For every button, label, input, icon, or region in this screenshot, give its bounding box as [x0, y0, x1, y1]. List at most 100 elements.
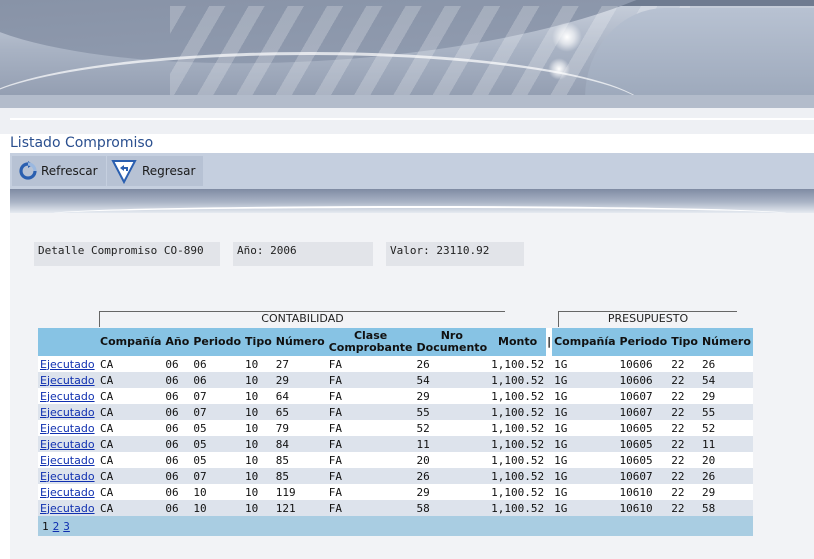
cell-estado[interactable]: Ejecutado [38, 484, 98, 500]
table-header-row: Compañía Año Periodo Tipo Número Clase Co… [38, 328, 753, 356]
cell-p-numero: 52 [699, 420, 753, 436]
cell-p-periodo: 10607 [617, 388, 670, 404]
col-tipo: Tipo [243, 328, 274, 356]
cell-anio: 06 [163, 452, 192, 468]
cell-periodo: 10 [191, 500, 244, 516]
cell-p-tipo: 22 [669, 500, 700, 516]
cell-clase: FA [326, 404, 415, 420]
cell-clase: FA [326, 436, 415, 452]
cell-estado[interactable]: Ejecutado [38, 452, 98, 468]
cell-clase: FA [326, 452, 415, 468]
cell-p-compania: 1G [552, 468, 618, 484]
table-row: Ejecutado CA 06 06 10 27 FA 26 1,100.52 1G 10606 22… [38, 356, 753, 372]
cell-clase: FA [326, 484, 415, 500]
cell-estado[interactable]: Ejecutado [38, 420, 98, 436]
cell-periodo: 10 [191, 484, 244, 500]
col-clase-line2: Comprobante [328, 341, 413, 354]
cell-compania: CA [98, 372, 164, 388]
cell-compania: CA [98, 468, 164, 484]
col-p-periodo: Periodo [617, 328, 670, 356]
cell-anio: 06 [163, 356, 192, 372]
cell-nro: 26 [414, 468, 490, 484]
cell-clase: FA [326, 500, 415, 516]
page-title: Listado Compromiso [10, 135, 154, 151]
cell-p-numero: 58 [699, 500, 753, 516]
table-row: Ejecutado CA 06 05 10 84 FA 11 1,100.52 1G 10605 22… [38, 436, 753, 452]
cell-clase: FA [326, 372, 415, 388]
cell-estado[interactable]: Ejecutado [38, 404, 98, 420]
cell-numero: 29 [273, 372, 327, 388]
cell-periodo: 07 [191, 388, 244, 404]
cell-p-tipo: 22 [669, 388, 700, 404]
cell-p-compania: 1G [552, 436, 618, 452]
cell-periodo: 06 [191, 356, 244, 372]
cell-estado[interactable]: Ejecutado [38, 356, 98, 372]
toolbar: Refrescar Regresar [10, 153, 814, 189]
group-contabilidad-label: CONTABILIDAD [261, 312, 344, 325]
cell-estado[interactable]: Ejecutado [38, 388, 98, 404]
back-button[interactable]: Regresar [107, 156, 203, 186]
banner-glow [552, 22, 582, 52]
cell-p-compania: 1G [552, 372, 618, 388]
cell-monto: 1,100.52 [489, 484, 547, 500]
cell-estado[interactable]: Ejecutado [38, 500, 98, 516]
cell-compania: CA [98, 452, 164, 468]
col-compania: Compañía [98, 328, 164, 356]
cell-compania: CA [98, 484, 164, 500]
cell-p-periodo: 10606 [617, 356, 670, 372]
cell-tipo: 10 [243, 452, 274, 468]
col-nro: Nro Documento [414, 328, 490, 356]
group-presupuesto-label: PRESUPUESTO [607, 312, 689, 325]
col-estado [38, 328, 98, 356]
col-periodo: Periodo [191, 328, 244, 356]
cell-p-periodo: 10605 [617, 452, 670, 468]
table-row: Ejecutado CA 06 05 10 85 FA 20 1,100.52 1G 10605 22… [38, 452, 753, 468]
cell-p-tipo: 22 [669, 420, 700, 436]
cell-numero: 85 [273, 452, 327, 468]
cell-periodo: 07 [191, 468, 244, 484]
cell-nro: 20 [414, 452, 490, 468]
table-row: Ejecutado CA 06 05 10 79 FA 52 1,100.52 1G 10605 22… [38, 420, 753, 436]
cell-numero: 27 [273, 356, 327, 372]
group-presupuesto: PRESUPUESTO [558, 311, 737, 327]
cell-p-periodo: 10606 [617, 372, 670, 388]
cell-numero: 79 [273, 420, 327, 436]
header-banner [0, 0, 814, 108]
table-row: Ejecutado CA 06 07 10 85 FA 26 1,100.52 1G 10607 22… [38, 468, 753, 484]
cell-p-numero: 26 [699, 356, 753, 372]
cell-nro: 58 [414, 500, 490, 516]
cell-numero: 64 [273, 388, 327, 404]
cell-p-compania: 1G [552, 356, 618, 372]
cell-nro: 29 [414, 484, 490, 500]
back-label: Regresar [142, 164, 196, 178]
cell-p-compania: 1G [552, 404, 618, 420]
cell-p-tipo: 22 [669, 452, 700, 468]
cell-p-numero: 55 [699, 404, 753, 420]
refresh-button[interactable]: Refrescar [12, 156, 106, 186]
cell-compania: CA [98, 388, 164, 404]
cell-estado[interactable]: Ejecutado [38, 372, 98, 388]
cell-estado[interactable]: Ejecutado [38, 436, 98, 452]
cell-anio: 06 [163, 468, 192, 484]
col-p-compania: Compañía [552, 328, 618, 356]
table-row: Ejecutado CA 06 10 10 119 FA 29 1,100.52 1G 10610 2… [38, 484, 753, 500]
cell-p-compania: 1G [552, 388, 618, 404]
page-link[interactable]: 3 [63, 520, 70, 533]
table-row: Ejecutado CA 06 10 10 121 FA 58 1,100.52 1G 10610 2… [38, 500, 753, 516]
cell-estado[interactable]: Ejecutado [38, 468, 98, 484]
cell-tipo: 10 [243, 484, 274, 500]
cell-numero: 119 [273, 484, 327, 500]
cell-nro: 11 [414, 436, 490, 452]
page-link[interactable]: 2 [53, 520, 60, 533]
cell-numero: 121 [273, 500, 327, 516]
cell-compania: CA [98, 404, 164, 420]
banner-glow-small [548, 58, 570, 80]
cell-anio: 06 [163, 436, 192, 452]
col-monto: Monto [489, 328, 547, 356]
cell-periodo: 05 [191, 420, 244, 436]
table-body: Ejecutado CA 06 06 10 27 FA 26 1,100.52 1G 10606 22… [38, 356, 753, 536]
cell-nro: 54 [414, 372, 490, 388]
cell-clase: FA [326, 356, 415, 372]
cell-nro: 52 [414, 420, 490, 436]
page-link[interactable]: 1 [42, 520, 49, 533]
